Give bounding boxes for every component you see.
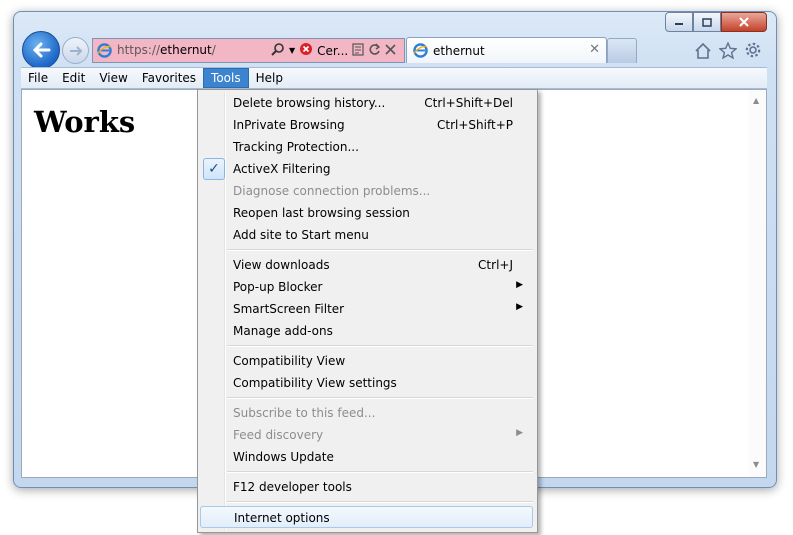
maximize-icon xyxy=(702,17,712,27)
address-url-suffix: / xyxy=(211,43,216,57)
certificate-error-icon[interactable] xyxy=(299,42,313,59)
menu-separator xyxy=(227,397,533,399)
menu-item-label: Diagnose connection problems... xyxy=(233,184,431,198)
dropdown-arrow-icon[interactable]: ▼ xyxy=(289,46,295,55)
menu-item-label: Manage add-ons xyxy=(233,324,333,338)
tab-ethernut[interactable]: ethernut ✕ xyxy=(406,37,607,63)
window-caption-buttons xyxy=(665,12,767,32)
menu-item-label: Pop-up Blocker xyxy=(233,280,323,294)
ie-logo-icon xyxy=(413,43,428,58)
menu-item-popup-blocker[interactable]: Pop-up Blocker ▶ xyxy=(200,276,533,298)
menu-separator xyxy=(227,501,533,503)
menu-item-subscribe-to-feed: Subscribe to this feed... xyxy=(200,402,533,424)
toolbar-right-icons xyxy=(692,40,767,60)
close-window-button[interactable] xyxy=(721,12,767,32)
menu-item-compatibility-view-settings[interactable]: Compatibility View settings xyxy=(200,372,533,394)
submenu-arrow-icon: ▶ xyxy=(516,302,523,312)
menu-separator xyxy=(227,249,533,251)
address-controls: ▼ Cer... xyxy=(271,41,400,60)
menu-item-diagnose-connection: Diagnose connection problems... xyxy=(200,180,533,202)
back-button[interactable] xyxy=(22,31,60,69)
new-tab-button[interactable] xyxy=(607,38,637,63)
menu-favorites[interactable]: Favorites xyxy=(135,68,203,88)
menu-item-activex-filtering[interactable]: ✓ ActiveX Filtering xyxy=(200,158,533,180)
menu-item-delete-browsing-history[interactable]: Delete browsing history... Ctrl+Shift+De… xyxy=(200,92,533,114)
compatibility-view-icon[interactable] xyxy=(352,42,364,59)
menu-item-label: Feed discovery xyxy=(233,428,324,442)
menu-item-internet-options[interactable]: Internet options xyxy=(200,506,533,528)
checkmark-icon: ✓ xyxy=(203,158,225,180)
menu-item-label: ActiveX Filtering xyxy=(233,162,331,176)
menu-item-label: F12 developer tools xyxy=(233,480,352,494)
address-bar[interactable]: https://ethernut/ ▼ Cer... xyxy=(92,38,405,63)
scroll-up-icon[interactable]: ▲ xyxy=(753,96,759,105)
menu-item-label: Compatibility View settings xyxy=(233,376,397,390)
menu-item-label: View downloads xyxy=(233,258,330,272)
menu-item-label: Reopen last browsing session xyxy=(233,206,410,220)
menu-item-shortcut: Ctrl+J xyxy=(478,258,513,272)
menu-item-label: Internet options xyxy=(234,511,330,525)
search-icon[interactable] xyxy=(271,42,285,59)
minimize-icon xyxy=(675,23,683,25)
menu-item-feed-discovery: Feed discovery ▶ xyxy=(200,424,533,446)
scroll-down-icon[interactable]: ▼ xyxy=(753,460,759,469)
menu-item-label: Compatibility View xyxy=(233,354,346,368)
menu-item-label: Windows Update xyxy=(233,450,334,464)
stop-icon[interactable] xyxy=(385,43,396,58)
settings-gear-icon[interactable] xyxy=(742,40,764,60)
back-arrow-icon xyxy=(32,42,51,58)
menu-separator xyxy=(227,345,533,347)
menu-item-add-site-to-start[interactable]: Add site to Start menu xyxy=(200,224,533,246)
refresh-icon[interactable] xyxy=(368,43,381,59)
close-icon xyxy=(739,17,749,27)
forward-arrow-icon xyxy=(69,45,82,56)
menu-item-manage-add-ons[interactable]: Manage add-ons xyxy=(200,320,533,342)
menu-item-label: Subscribe to this feed... xyxy=(233,406,376,420)
menu-item-label: Add site to Start menu xyxy=(233,228,369,242)
address-url[interactable]: https://ethernut/ xyxy=(117,43,216,57)
menu-view[interactable]: View xyxy=(92,68,134,88)
menu-item-inprivate-browsing[interactable]: InPrivate Browsing Ctrl+Shift+P xyxy=(200,114,533,136)
certificate-error-label[interactable]: Cer... xyxy=(317,44,348,58)
menu-edit[interactable]: Edit xyxy=(55,68,92,88)
tools-menu: Delete browsing history... Ctrl+Shift+De… xyxy=(197,89,538,533)
menu-item-f12-developer-tools[interactable]: F12 developer tools xyxy=(200,476,533,498)
favorites-star-icon[interactable] xyxy=(717,40,739,60)
forward-button[interactable] xyxy=(62,37,89,64)
vertical-scrollbar[interactable]: ▲ ▼ xyxy=(749,90,766,477)
menu-item-label: Delete browsing history... xyxy=(233,96,386,110)
menu-item-label: InPrivate Browsing xyxy=(233,118,345,132)
minimize-button[interactable] xyxy=(665,12,693,32)
maximize-button[interactable] xyxy=(693,12,721,32)
menu-item-windows-update[interactable]: Windows Update xyxy=(200,446,533,468)
menu-tools[interactable]: Tools xyxy=(203,68,249,88)
menu-separator xyxy=(227,471,533,473)
address-url-host: ethernut xyxy=(160,43,212,57)
menu-item-smartscreen-filter[interactable]: SmartScreen Filter ▶ xyxy=(200,298,533,320)
home-icon[interactable] xyxy=(692,40,714,60)
submenu-arrow-icon: ▶ xyxy=(516,428,523,438)
tab-title: ethernut xyxy=(433,44,485,58)
submenu-arrow-icon: ▶ xyxy=(516,280,523,290)
menu-file[interactable]: File xyxy=(21,68,55,88)
menu-item-tracking-protection[interactable]: Tracking Protection... xyxy=(200,136,533,158)
menu-item-shortcut: Ctrl+Shift+Del xyxy=(424,96,513,110)
menu-item-compatibility-view[interactable]: Compatibility View xyxy=(200,350,533,372)
menu-item-view-downloads[interactable]: View downloads Ctrl+J xyxy=(200,254,533,276)
menu-item-label: Tracking Protection... xyxy=(233,140,359,154)
ie-logo-icon xyxy=(97,43,112,58)
menu-help[interactable]: Help xyxy=(249,68,290,88)
menu-item-label: SmartScreen Filter xyxy=(233,302,345,316)
address-url-prefix: https:// xyxy=(117,43,161,57)
page-heading: Works xyxy=(34,105,136,139)
tab-close-icon[interactable]: ✕ xyxy=(589,42,600,57)
menu-item-shortcut: Ctrl+Shift+P xyxy=(437,118,513,132)
menu-item-reopen-last-session[interactable]: Reopen last browsing session xyxy=(200,202,533,224)
menu-bar: File Edit View Favorites Tools Help xyxy=(21,67,767,89)
